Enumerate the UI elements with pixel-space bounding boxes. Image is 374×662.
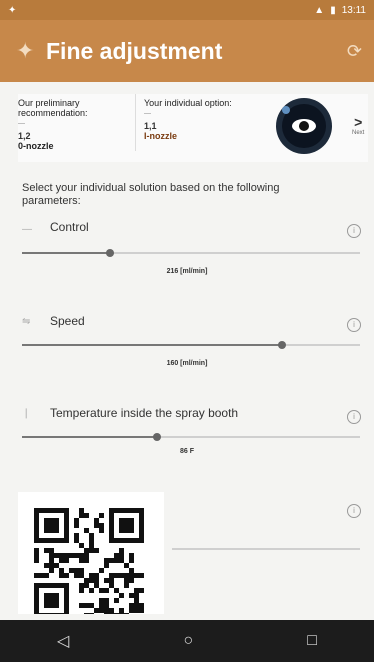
temperature-slider[interactable] [22,433,360,441]
signal-icon: ▲ [314,4,325,16]
chevron-right-icon: > [354,114,363,130]
info-icon[interactable]: i [347,318,361,332]
instructions-text: Select your individual solution based on… [22,182,280,207]
phone-screen: ✦ ▲ ▮ 13:11 ✦ Fine adjustment ⟳ Our prel… [0,0,374,662]
temperature-readout: 86 F [179,448,194,455]
recommendation-strip: Our preliminary recommendation: — 1,2 0-… [18,94,368,162]
speed-readout: 160 [ml/min] [166,360,208,367]
back-icon[interactable]: ◁ [57,631,69,651]
next-button[interactable]: > Next [352,114,364,136]
individual-detail: — [144,110,151,117]
app-bar: ✦ Fine adjustment ⟳ [0,20,374,82]
battery-icon: ▮ [330,4,336,16]
speed-icon: ⇋ [22,316,31,327]
individual-nozzle: I-nozzle [144,131,177,141]
status-time: 13:11 [341,4,366,16]
param-label: Temperature inside the spray booth [50,406,239,420]
nozzle-image [274,96,334,156]
speed-slider[interactable] [22,341,360,349]
qr-code [18,492,164,618]
slider-handle[interactable] [153,433,161,441]
individual-option: Your individual option: — 1,1 I-nozzle [144,94,262,141]
control-readout: 216 [ml/min] [166,268,208,275]
slider-fill [22,344,282,346]
navigation-bar: ◁ ○ □ [0,620,374,662]
param-label: Control [50,220,89,234]
page-title: Fine adjustment [46,37,223,64]
info-icon[interactable]: i [347,224,361,238]
preliminary-recommendation: Our preliminary recommendation: — 1,2 0-… [18,94,136,151]
control-icon: — [22,224,32,235]
recents-icon[interactable]: □ [307,632,317,650]
preliminary-label: Our preliminary recommendation: [18,98,88,118]
control-slider[interactable] [22,249,360,257]
refresh-icon[interactable]: ⟳ [347,41,362,62]
preliminary-detail: — [18,120,25,127]
slider-handle[interactable] [106,249,114,257]
home-icon[interactable]: ○ [183,632,193,650]
slider-track[interactable] [172,548,360,550]
notification-icon: ✦ [8,4,17,16]
preliminary-value: 1,2 [18,131,31,141]
thermometer-icon: ❘ [22,408,31,419]
preliminary-nozzle: 0-nozzle [18,141,54,151]
info-icon[interactable]: i [347,504,361,518]
slider-handle[interactable] [278,341,286,349]
individual-label: Your individual option: [144,98,232,108]
info-icon[interactable]: i [347,410,361,424]
status-bar: ✦ ▲ ▮ 13:11 [0,0,374,20]
slider-fill [22,252,110,254]
individual-value: 1,1 [144,121,157,131]
slider-fill [22,436,157,438]
back-arrow-icon[interactable]: ✦ [16,38,46,64]
param-label: Speed [50,314,85,328]
